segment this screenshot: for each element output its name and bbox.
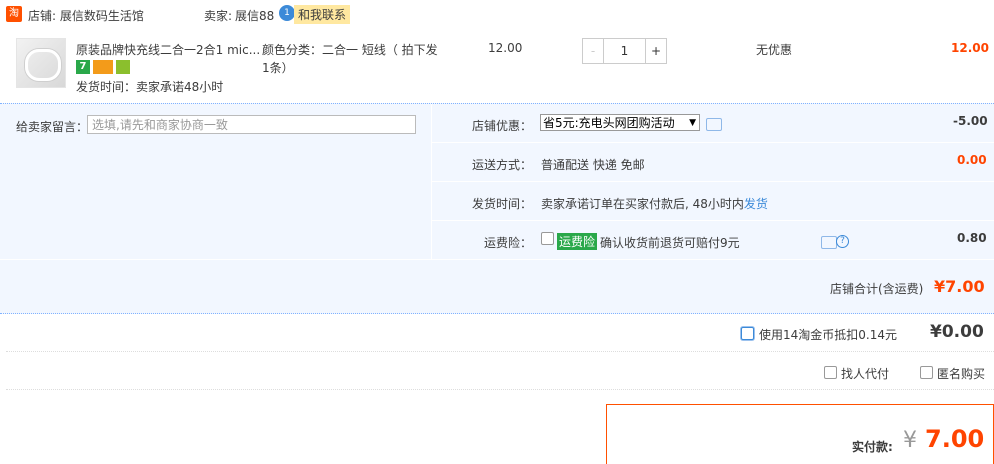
coupon-label: 店铺优惠：	[472, 119, 533, 133]
item-subtotal: 12.00	[951, 41, 989, 55]
anonymous-checkbox[interactable]	[920, 366, 933, 379]
payment-currency: ¥	[903, 428, 917, 453]
coins-amount: ¥0.00	[930, 322, 984, 342]
service-badges: 7	[76, 59, 133, 74]
sku-label: 颜色分类：二合一 短线（ 拍下发	[262, 43, 438, 57]
coupon-select[interactable]: 省5元:充电头网团购活动 ▼	[540, 114, 700, 131]
product-thumbnail[interactable]	[16, 38, 66, 88]
payment-label: 实付款:	[852, 440, 893, 454]
item-discount: 无优惠	[756, 43, 793, 57]
coins-label: 使用14淘金币抵扣0.14元	[759, 328, 897, 342]
sku-label-continued: 1条）	[262, 61, 294, 75]
panel-divider	[431, 104, 432, 260]
contact-seller-button[interactable]: 和我联系	[294, 5, 351, 24]
seven-day-return-icon: 7	[76, 59, 90, 74]
credit-card-icon	[93, 59, 113, 74]
delivery-promise: 发货时间：卖家承诺48小时	[76, 80, 224, 94]
insurance-chat-icon[interactable]	[821, 236, 837, 249]
shop-logo: 淘	[6, 6, 22, 22]
shield-icon	[116, 59, 130, 74]
coupon-chat-icon[interactable]	[706, 118, 722, 131]
insurance-amount: 0.80	[957, 231, 987, 245]
seller-name[interactable]: 展信88	[235, 7, 274, 24]
shop-name[interactable]: 店铺: 展信数码生活馆	[28, 7, 144, 24]
proxy-pay-label[interactable]: 找人代付	[841, 365, 889, 382]
row-divider	[432, 142, 994, 143]
insurance-text: 确认收货前退货可赔付9元	[600, 236, 740, 250]
insurance-label: 运费险：	[484, 236, 533, 250]
shop-total-amount: ¥7.00	[934, 277, 985, 296]
delivery-time-label: 发货时间：	[472, 197, 533, 211]
chat-icon[interactable]: 1	[279, 5, 295, 21]
anonymous-label[interactable]: 匿名购买	[937, 365, 985, 382]
row-divider	[432, 181, 994, 182]
proxy-pay-checkbox[interactable]	[824, 366, 837, 379]
row-divider	[0, 259, 994, 260]
shop-total-label: 店铺合计(含运费)	[830, 282, 924, 296]
help-icon[interactable]: ?	[836, 235, 849, 248]
quantity-decrease-button[interactable]: -	[583, 39, 604, 63]
insurance-checkbox[interactable]	[541, 232, 554, 245]
delivery-link[interactable]: 发货	[744, 197, 768, 211]
separator	[6, 389, 994, 391]
coupon-selected-value: 省5元:充电头网团购活动	[543, 116, 675, 130]
message-label: 给卖家留言：	[16, 120, 89, 134]
unit-price: 12.00	[488, 41, 523, 55]
shipping-label: 运送方式：	[472, 158, 533, 172]
separator	[6, 351, 994, 353]
seller-label: 卖家:	[204, 9, 233, 23]
row-divider	[432, 220, 994, 221]
quantity-input[interactable]: 1	[604, 39, 645, 63]
message-input[interactable]: 选填,请先和商家协商一致	[87, 115, 416, 134]
dropdown-arrow-icon: ▼	[689, 118, 696, 128]
quantity-increase-button[interactable]: +	[645, 39, 666, 63]
coupon-amount: -5.00	[953, 114, 988, 128]
coins-checkbox[interactable]	[741, 327, 754, 340]
shipping-method: 普通配送 快递 免邮	[541, 158, 645, 172]
insurance-tag: 运费险	[557, 233, 598, 250]
payment-amount: 7.00	[925, 425, 985, 453]
shipping-amount: 0.00	[957, 153, 987, 167]
delivery-time-value: 卖家承诺订单在买家付款后, 48小时内发货	[541, 197, 768, 211]
product-title[interactable]: 原装品牌快充线二合一2合1 mic...	[76, 41, 260, 58]
quantity-stepper: - 1 +	[582, 38, 667, 64]
